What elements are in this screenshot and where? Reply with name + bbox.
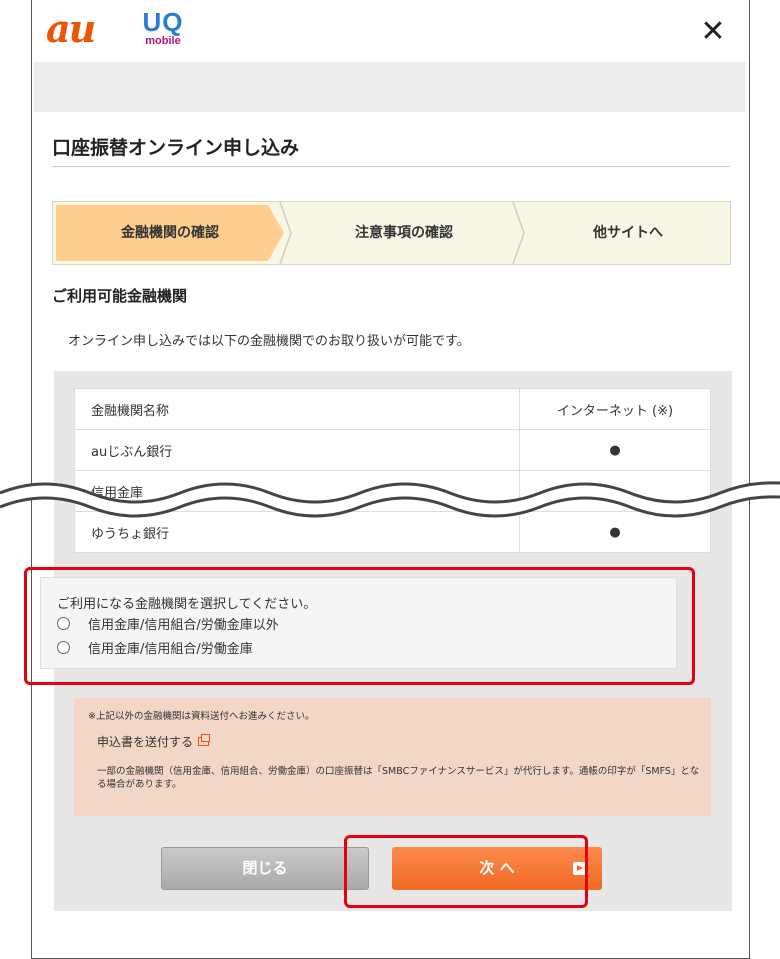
select-highlight (24, 567, 695, 685)
send-form-link[interactable]: 申込書を送付する (97, 733, 211, 750)
notice-line: ※上記以外の金融機関は資料送付へお進みください。 (88, 711, 315, 722)
header-band (34, 62, 746, 112)
external-window-icon (198, 734, 211, 746)
next-button-highlight (344, 835, 588, 908)
uq-logo-text: UQ (142, 7, 184, 37)
table-header-internet: インターネット (※) (519, 388, 711, 430)
uq-mobile-logo: UQ mobile (140, 9, 186, 49)
au-logo: au (46, 6, 96, 51)
notice-box: ※上記以外の金融機関は資料送付へお進みください。 申込書を送付する 一部の金融機… (74, 698, 711, 816)
step-chevron-icon (278, 202, 292, 264)
close-button[interactable]: 閉じる (161, 847, 369, 890)
step-2: 注意事項の確認 (355, 225, 453, 241)
intro-text: オンライン申し込みでは以下の金融機関でのお取り扱いが可能です。 (68, 334, 470, 349)
step-3: 他サイトへ (593, 225, 663, 241)
mobile-logo-text: mobile (145, 35, 181, 47)
send-form-link-label[interactable]: 申込書を送付する (97, 733, 193, 750)
close-icon[interactable]: ✕ (699, 17, 727, 47)
omission-wave-icon (0, 481, 780, 518)
notice-detail: 一部の金融機関（信用金庫、信用組合、労働金庫）の口座振替は「SMBCファイナンス… (97, 766, 700, 790)
step-chevron-icon (511, 202, 525, 264)
table-header-row: 金融機関名称 インターネット (※) (74, 388, 711, 430)
page-title: 口座振替オンライン申し込み (52, 137, 300, 159)
step-1: 金融機関の確認 (56, 205, 284, 261)
title-divider (52, 166, 730, 167)
table-header-name: 金融機関名称 (74, 388, 520, 430)
header: au UQ mobile ✕ (32, 0, 749, 62)
section-heading: ご利用可能金融機関 (52, 287, 188, 305)
step-indicator: 金融機関の確認 注意事項の確認 他サイトへ (52, 201, 731, 265)
